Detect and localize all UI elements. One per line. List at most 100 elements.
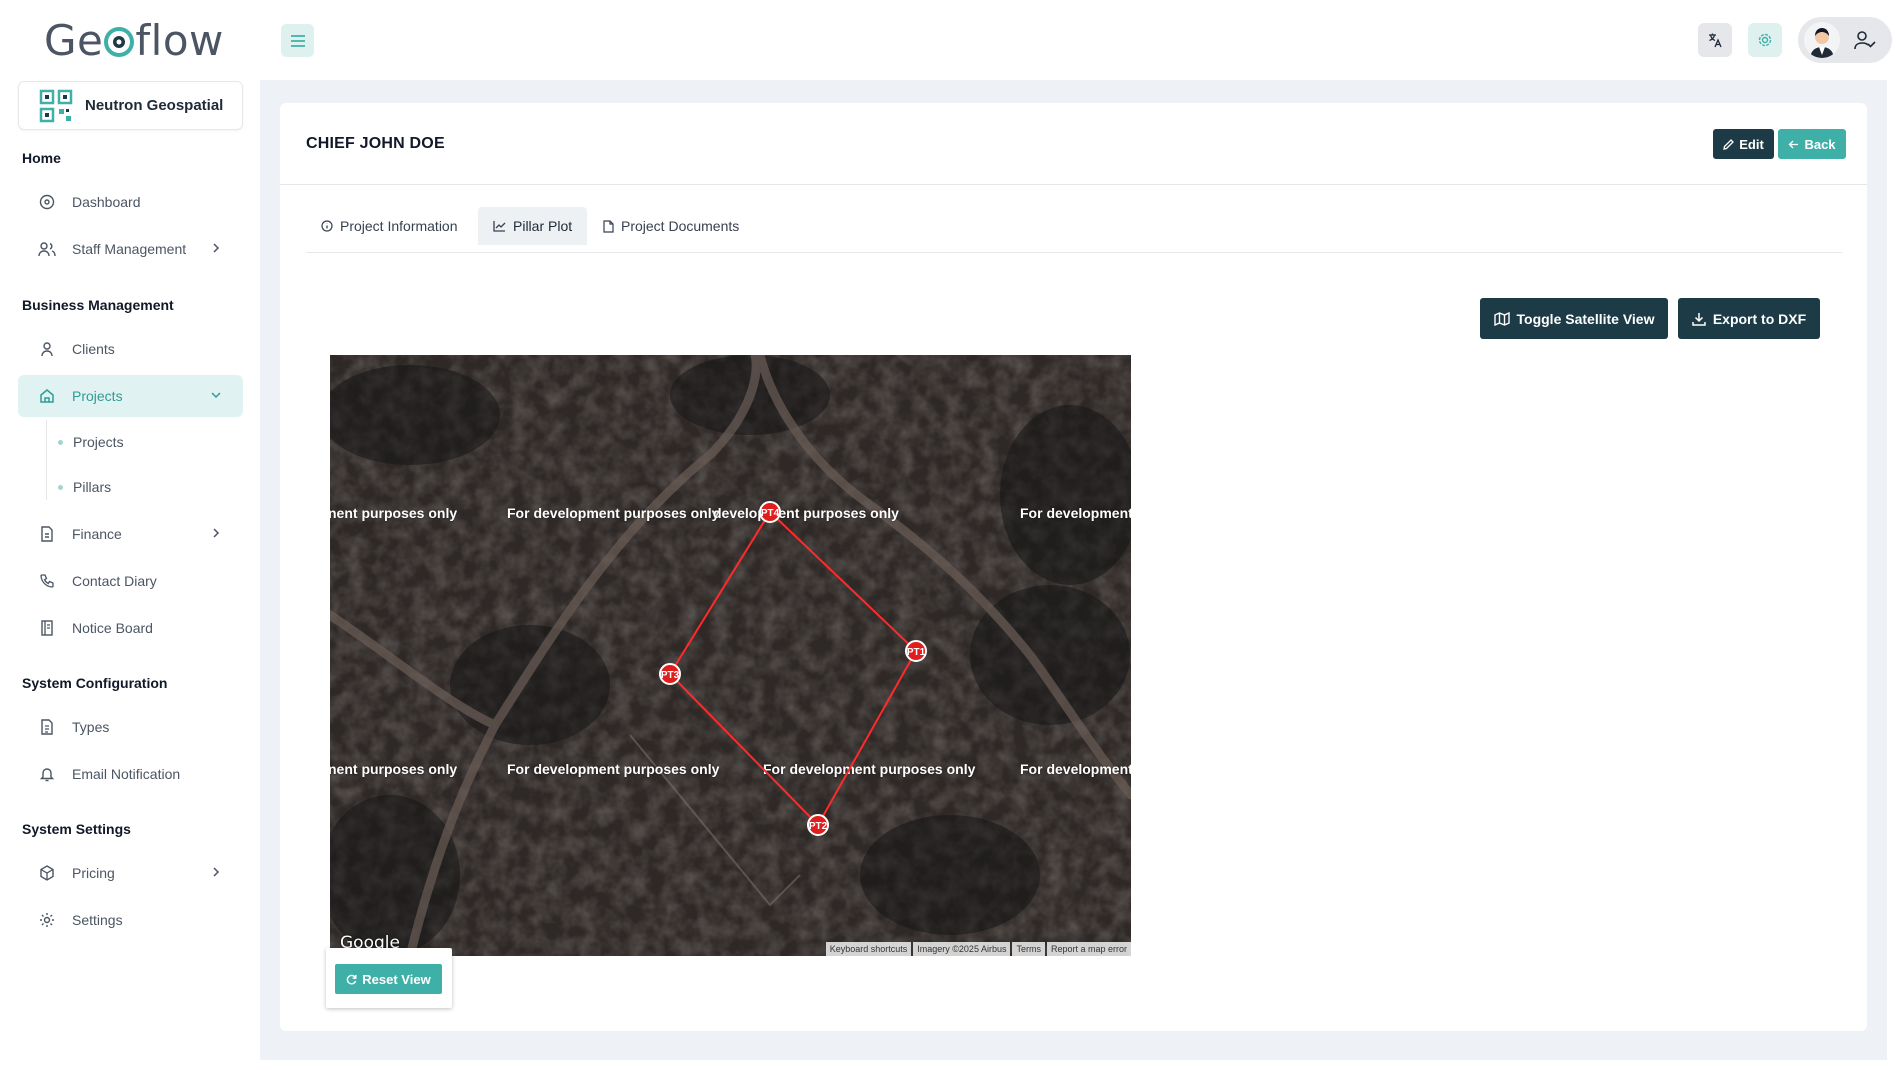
logo-text-start: Ge	[44, 15, 104, 65]
keyboard-shortcuts-link[interactable]: Keyboard shortcuts	[825, 942, 912, 956]
logo-text-end: flow	[135, 15, 224, 65]
section-home: Home	[22, 150, 61, 166]
terms-link[interactable]: Terms	[1012, 942, 1045, 956]
sidebar-subitem-pillars[interactable]: Pillars	[58, 479, 111, 495]
back-button[interactable]: Back	[1778, 129, 1846, 159]
reset-view-control: Reset View	[326, 948, 452, 1008]
pillar-label: PT3	[661, 670, 680, 681]
sidebar-item-notice-board[interactable]: Notice Board	[18, 607, 243, 649]
sidebar-subitem-label: Projects	[73, 434, 124, 450]
sidebar-item-contact-diary[interactable]: Contact Diary	[18, 560, 243, 602]
toggle-satellite-label: Toggle Satellite View	[1516, 310, 1655, 327]
chevron-right-icon	[213, 528, 220, 538]
pillar-polygon-layer: PT4 PT1 PT2 PT3	[659, 501, 927, 836]
pillar-polygon	[668, 510, 918, 827]
edit-button[interactable]: Edit	[1713, 129, 1774, 159]
sidebar-item-dashboard[interactable]: Dashboard	[18, 181, 243, 223]
submenu-line	[46, 420, 47, 500]
tab-label: Project Documents	[621, 218, 740, 234]
sidebar-item-label: Projects	[72, 388, 123, 404]
pillar-marker-pt2[interactable]: PT2	[807, 814, 829, 836]
reset-view-button[interactable]: Reset View	[335, 964, 442, 994]
pillar-label: PT1	[907, 647, 926, 658]
section-system-settings: System Settings	[22, 821, 131, 837]
file-icon	[38, 525, 56, 543]
sidebar-item-label: Contact Diary	[72, 573, 157, 589]
gear-icon	[1758, 33, 1772, 47]
sidebar-item-label: Settings	[72, 912, 123, 928]
hamburger-icon	[290, 34, 305, 47]
qr-icon	[39, 89, 73, 122]
tab-bar: Project Information Pillar Plot Project …	[306, 207, 1842, 253]
language-button[interactable]	[1698, 23, 1732, 57]
app-logo[interactable]: Ge flow	[44, 15, 224, 65]
tab-project-information[interactable]: Project Information	[306, 207, 473, 245]
map-icon	[1493, 311, 1510, 326]
tab-pillar-plot[interactable]: Pillar Plot	[478, 207, 588, 245]
project-card: CHIEF JOHN DOE Edit Back Project Informa…	[280, 103, 1867, 1031]
chevron-down-icon	[211, 392, 221, 399]
pillar-marker-pt1[interactable]: PT1	[905, 640, 927, 662]
notebook-icon	[38, 619, 56, 637]
sidebar-item-staff[interactable]: Staff Management	[18, 228, 243, 270]
pillar-marker-pt4[interactable]: PT4	[759, 501, 781, 523]
sidebar: Ge flow Neutron Geospatial Home Dashboar…	[0, 0, 260, 1070]
menu-toggle-button[interactable]	[281, 24, 314, 57]
dashboard-icon	[38, 193, 56, 211]
settings-button[interactable]	[1748, 23, 1782, 57]
map-attribution: Keyboard shortcuts Imagery ©2025 Airbus …	[824, 942, 1131, 956]
export-dxf-label: Export to DXF	[1712, 310, 1807, 327]
organization-name: Neutron Geospatial	[85, 97, 224, 114]
sidebar-item-types[interactable]: Types	[18, 706, 243, 748]
sidebar-item-clients[interactable]: Clients	[18, 328, 243, 370]
sidebar-item-label: Finance	[72, 526, 122, 542]
sidebar-item-projects[interactable]: Projects	[18, 375, 243, 417]
pillar-label: PT2	[809, 821, 828, 832]
sidebar-item-label: Pricing	[72, 865, 115, 881]
export-dxf-button[interactable]: Export to DXF	[1678, 298, 1820, 339]
satellite-map[interactable]: nent purposes only For development purpo…	[330, 355, 1131, 956]
avatar-image	[1804, 22, 1840, 58]
translate-icon	[1709, 33, 1722, 48]
sidebar-item-settings[interactable]: Settings	[18, 899, 243, 941]
toggle-satellite-button[interactable]: Toggle Satellite View	[1480, 298, 1668, 339]
document-icon	[38, 718, 56, 736]
phone-icon	[38, 572, 56, 590]
sidebar-subitem-label: Pillars	[73, 479, 112, 495]
organization-card[interactable]: Neutron Geospatial	[18, 81, 243, 130]
sidebar-item-label: Staff Management	[72, 241, 187, 257]
info-icon	[321, 220, 333, 232]
refresh-icon	[347, 974, 357, 985]
box-icon	[38, 864, 56, 882]
tab-project-documents[interactable]: Project Documents	[588, 207, 754, 245]
pillar-marker-pt3[interactable]: PT3	[659, 663, 681, 685]
sidebar-item-finance[interactable]: Finance	[18, 513, 243, 555]
sidebar-item-label: Email Notification	[72, 766, 181, 782]
tab-label: Pillar Plot	[513, 218, 573, 234]
sidebar-item-email-notification[interactable]: Email Notification	[18, 753, 243, 795]
report-map-error-link[interactable]: Report a map error	[1046, 942, 1131, 956]
imagery-credit: Imagery ©2025 Airbus	[913, 942, 1011, 956]
tab-label: Project Information	[340, 218, 458, 234]
sidebar-subitem-projects[interactable]: Projects	[58, 434, 124, 450]
chevron-right-icon	[213, 243, 220, 253]
bell-icon	[38, 765, 56, 783]
pencil-icon	[1723, 138, 1735, 150]
sidebar-item-pricing[interactable]: Pricing	[18, 852, 243, 894]
arrow-left-icon	[1789, 140, 1799, 148]
home-icon	[38, 387, 56, 405]
bullet-icon	[58, 439, 63, 445]
bullet-icon	[58, 484, 63, 490]
section-system-config: System Configuration	[22, 675, 168, 691]
pillar-label: PT4	[761, 508, 780, 519]
sidebar-item-label: Notice Board	[72, 620, 153, 636]
logo-pin-icon	[104, 27, 135, 57]
user-menu[interactable]	[1798, 17, 1892, 63]
page-title: CHIEF JOHN DOE	[306, 135, 445, 152]
card-header: CHIEF JOHN DOE Edit Back	[280, 103, 1867, 185]
document-icon	[603, 219, 614, 233]
sidebar-item-label: Clients	[72, 341, 115, 357]
download-icon	[1692, 312, 1706, 326]
user-check-icon	[1854, 31, 1876, 50]
reset-view-label: Reset View	[362, 971, 431, 987]
